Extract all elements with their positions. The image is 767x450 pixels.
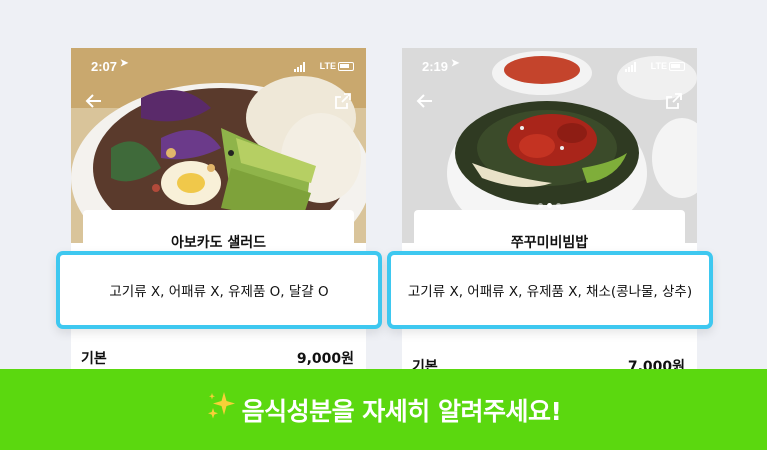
dish-name: 아보카도 샐러드 bbox=[170, 235, 267, 251]
back-arrow-icon[interactable] bbox=[416, 92, 434, 110]
promo-banner: 음식성분을 자세히 알려주세요! bbox=[0, 369, 767, 450]
dish-card: 쭈꾸미비빔밥 bbox=[414, 210, 685, 251]
ingredients-text: 고기류 X, 어패류 X, 유제품 X, 채소(콩나물, 상추) bbox=[407, 284, 693, 300]
price-amount: 9,000원 bbox=[296, 351, 354, 367]
dish-card: 아보카도 샐러드 bbox=[83, 210, 354, 251]
carousel-dot bbox=[556, 203, 561, 208]
battery-icon bbox=[338, 62, 354, 71]
network-label: LTE bbox=[319, 61, 336, 71]
carousel-dot-active bbox=[547, 203, 552, 208]
signal-icon bbox=[625, 62, 639, 72]
price-label: 기본 bbox=[81, 351, 107, 367]
ingredients-callout-right: 고기류 X, 어패류 X, 유제품 X, 채소(콩나물, 상추) bbox=[387, 251, 713, 329]
status-time: 2:07 bbox=[91, 59, 118, 74]
back-arrow-icon[interactable] bbox=[85, 92, 103, 110]
signal-icon bbox=[294, 62, 308, 72]
sparkle-icon bbox=[207, 391, 235, 418]
carousel-dot bbox=[538, 203, 543, 208]
network-label: LTE bbox=[650, 61, 667, 71]
status-bar: 2:19 ➤ LTE bbox=[402, 58, 697, 76]
ingredients-callout-left: 고기류 X, 어패류 X, 유제품 O, 달걀 O bbox=[56, 251, 382, 329]
dish-name: 쭈꾸미비빔밥 bbox=[510, 235, 589, 251]
location-icon: ➤ bbox=[120, 58, 129, 69]
location-icon: ➤ bbox=[451, 58, 460, 69]
share-icon[interactable] bbox=[334, 92, 352, 110]
battery-icon bbox=[669, 62, 685, 71]
status-time: 2:19 bbox=[422, 59, 449, 74]
status-bar: 2:07 ➤ LTE bbox=[71, 58, 366, 76]
ingredients-text: 고기류 X, 어패류 X, 유제품 O, 달걀 O bbox=[109, 284, 329, 300]
share-icon[interactable] bbox=[665, 92, 683, 110]
banner-text: 음식성분을 자세히 알려주세요! bbox=[241, 396, 562, 426]
